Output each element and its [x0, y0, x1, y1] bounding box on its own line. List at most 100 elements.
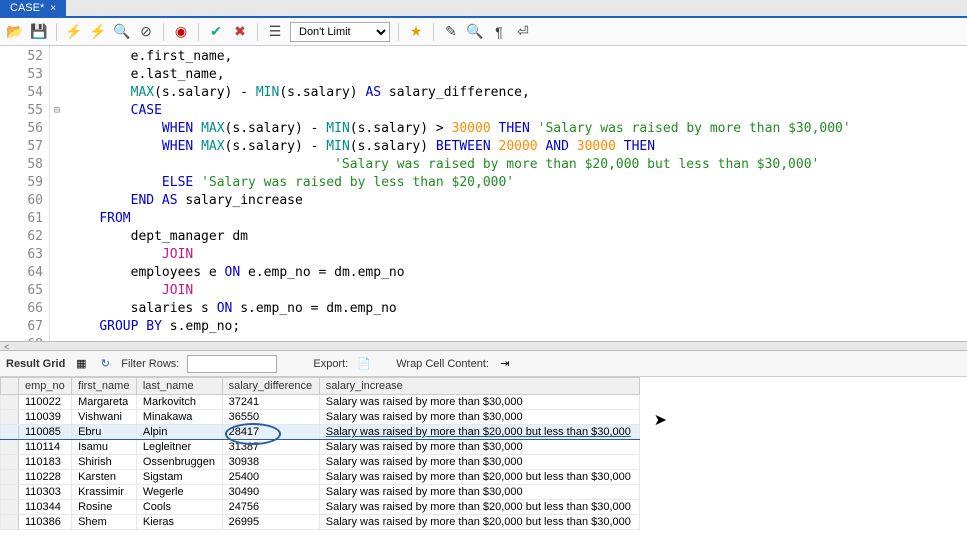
cell-first-name[interactable]: Vishwani [72, 410, 137, 425]
search-icon[interactable]: 🔍 [466, 23, 484, 41]
row-header[interactable] [1, 455, 19, 470]
explain-icon[interactable]: 🔍 [113, 23, 131, 41]
table-row[interactable]: 110303 Krassimir Wegerle 30490 Salary wa… [1, 485, 640, 500]
cell-salary-increase[interactable]: Salary was raised by more than $30,000 [319, 395, 639, 410]
tab-case[interactable]: CASE* × [0, 0, 66, 16]
cell-emp-no[interactable]: 110386 [19, 515, 72, 530]
cell-last-name[interactable]: Kieras [136, 515, 222, 530]
paragraph-icon[interactable]: ¶ [490, 23, 508, 41]
cell-first-name[interactable]: Shirish [72, 455, 137, 470]
cell-emp-no[interactable]: 110022 [19, 395, 72, 410]
cell-salary-increase[interactable]: Salary was raised by more than $20,000 b… [319, 425, 639, 440]
cell-first-name[interactable]: Ebru [72, 425, 137, 440]
row-header[interactable] [1, 425, 19, 440]
cell-last-name[interactable]: Minakawa [136, 410, 222, 425]
cell-emp-no[interactable]: 110085 [19, 425, 72, 440]
cell-first-name[interactable]: Krassimir [72, 485, 137, 500]
list-icon[interactable]: ☰ [266, 23, 284, 41]
table-row[interactable]: 110114 Isamu Legleitner 31387 Salary was… [1, 440, 640, 455]
beautify-icon[interactable]: ✎ [442, 23, 460, 41]
filter-input[interactable] [187, 355, 277, 373]
column-header[interactable]: first_name [72, 378, 137, 395]
cell-last-name[interactable]: Wegerle [136, 485, 222, 500]
table-row[interactable]: 110228 Karsten Sigstam 25400 Salary was … [1, 470, 640, 485]
save-icon[interactable]: 💾 [30, 23, 48, 41]
row-header[interactable] [1, 515, 19, 530]
row-header[interactable] [1, 500, 19, 515]
cell-salary-increase[interactable]: Salary was raised by more than $30,000 [319, 455, 639, 470]
row-header[interactable] [1, 470, 19, 485]
result-table[interactable]: emp_nofirst_namelast_namesalary_differen… [0, 377, 640, 530]
cancel-icon[interactable]: ✖ [231, 23, 249, 41]
cell-salary-increase[interactable]: Salary was raised by more than $30,000 [319, 410, 639, 425]
cell-first-name[interactable]: Margareta [72, 395, 137, 410]
sql-toolbar: 📂 💾 ⚡ ⚡ 🔍 ⊘ ◉ ✔ ✖ ☰ Don't Limit ★ ✎ 🔍 ¶ … [0, 18, 967, 46]
cell-salary-increase[interactable]: Salary was raised by more than $20,000 b… [319, 515, 639, 530]
grid-view-icon[interactable]: ▦ [73, 356, 89, 372]
column-header[interactable]: salary_increase [319, 378, 639, 395]
table-row[interactable]: 110022 Margareta Markovitch 37241 Salary… [1, 395, 640, 410]
row-header[interactable] [1, 485, 19, 500]
apply-icon[interactable]: ✔ [207, 23, 225, 41]
refresh-icon[interactable]: ↻ [97, 356, 113, 372]
result-grid[interactable]: emp_nofirst_namelast_namesalary_differen… [0, 377, 967, 556]
star-icon[interactable]: ★ [407, 23, 425, 41]
code-area[interactable]: e.first_name, e.last_name, MAX(s.salary)… [64, 46, 967, 341]
close-icon[interactable]: × [50, 3, 56, 14]
cell-emp-no[interactable]: 110114 [19, 440, 72, 455]
table-row[interactable]: 110039 Vishwani Minakawa 36550 Salary wa… [1, 410, 640, 425]
row-header[interactable] [1, 395, 19, 410]
table-row[interactable]: 110344 Rosine Cools 24756 Salary was rai… [1, 500, 640, 515]
row-header[interactable] [1, 440, 19, 455]
cell-salary-increase[interactable]: Salary was raised by more than $20,000 b… [319, 470, 639, 485]
table-row[interactable]: 110183 Shirish Ossenbruggen 30938 Salary… [1, 455, 640, 470]
cell-last-name[interactable]: Legleitner [136, 440, 222, 455]
table-row[interactable]: 110085 Ebru Alpin 28417 Salary was raise… [1, 425, 640, 440]
wrap-toggle-icon[interactable]: ⇥ [497, 356, 513, 372]
cell-first-name[interactable]: Karsten [72, 470, 137, 485]
column-header[interactable]: salary_difference [222, 378, 319, 395]
column-header[interactable]: last_name [136, 378, 222, 395]
cell-salary-increase[interactable]: Salary was raised by more than $30,000 [319, 485, 639, 500]
separator [257, 23, 258, 41]
cell-salary-difference[interactable]: 30490 [222, 485, 319, 500]
cell-emp-no[interactable]: 110344 [19, 500, 72, 515]
cell-last-name[interactable]: Ossenbruggen [136, 455, 222, 470]
cell-last-name[interactable]: Markovitch [136, 395, 222, 410]
column-header[interactable]: emp_no [19, 378, 72, 395]
stop-icon[interactable]: ⊘ [137, 23, 155, 41]
sql-editor[interactable]: 5253545556575859606162636465666768 ⊟ e.f… [0, 46, 967, 341]
row-header[interactable] [1, 410, 19, 425]
horizontal-splitter[interactable]: < [0, 341, 967, 351]
cell-salary-difference[interactable]: 37241 [222, 395, 319, 410]
cell-salary-difference[interactable]: 25400 [222, 470, 319, 485]
cell-salary-increase[interactable]: Salary was raised by more than $20,000 b… [319, 500, 639, 515]
cell-first-name[interactable]: Rosine [72, 500, 137, 515]
limit-select[interactable]: Don't Limit [290, 22, 390, 42]
cell-first-name[interactable]: Shem [72, 515, 137, 530]
execute-icon[interactable]: ⚡ [65, 23, 83, 41]
export-icon[interactable]: 📄 [356, 356, 372, 372]
cell-salary-difference[interactable]: 30938 [222, 455, 319, 470]
cell-last-name[interactable]: Cools [136, 500, 222, 515]
cell-salary-difference[interactable]: 24756 [222, 500, 319, 515]
cell-last-name[interactable]: Alpin [136, 425, 222, 440]
cell-last-name[interactable]: Sigstam [136, 470, 222, 485]
cell-first-name[interactable]: Isamu [72, 440, 137, 455]
cell-salary-difference[interactable]: 28417 [222, 425, 319, 440]
table-row[interactable]: 110386 Shem Kieras 26995 Salary was rais… [1, 515, 640, 530]
cell-emp-no[interactable]: 110303 [19, 485, 72, 500]
tab-bar: CASE* × [0, 0, 967, 18]
cell-emp-no[interactable]: 110183 [19, 455, 72, 470]
cell-emp-no[interactable]: 110039 [19, 410, 72, 425]
cell-emp-no[interactable]: 110228 [19, 470, 72, 485]
execute-step-icon[interactable]: ⚡ [89, 23, 107, 41]
commit-icon[interactable]: ◉ [172, 23, 190, 41]
cell-salary-increase[interactable]: Salary was raised by more than $30,000 [319, 440, 639, 455]
wrap-icon[interactable]: ⏎ [514, 23, 532, 41]
separator [198, 23, 199, 41]
open-icon[interactable]: 📂 [6, 23, 24, 41]
cell-salary-difference[interactable]: 31387 [222, 440, 319, 455]
cell-salary-difference[interactable]: 36550 [222, 410, 319, 425]
cell-salary-difference[interactable]: 26995 [222, 515, 319, 530]
